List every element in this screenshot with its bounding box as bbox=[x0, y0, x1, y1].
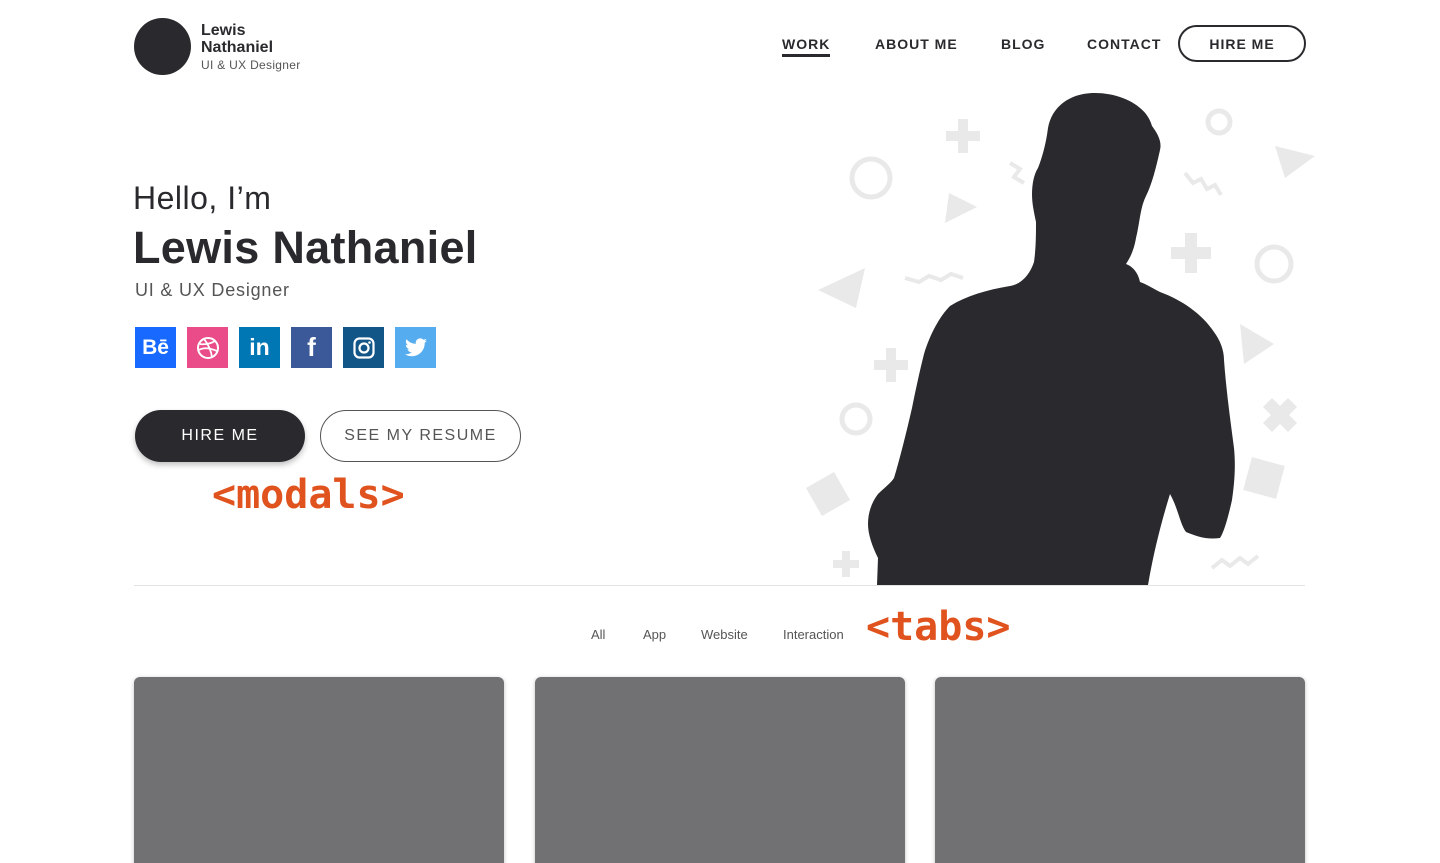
logo-text: Lewis Nathaniel UI & UX Designer bbox=[201, 22, 301, 72]
nav-contact[interactable]: CONTACT bbox=[1087, 36, 1161, 52]
avatar bbox=[134, 18, 191, 75]
twitter-icon[interactable] bbox=[395, 327, 436, 368]
logo[interactable]: Lewis Nathaniel UI & UX Designer bbox=[134, 18, 301, 75]
twitter-glyph bbox=[404, 337, 427, 356]
header-hire-me-button[interactable]: HIRE ME bbox=[1178, 25, 1306, 62]
linkedin-glyph: in bbox=[249, 334, 270, 360]
see-my-resume-button[interactable]: SEE MY RESUME bbox=[320, 410, 521, 462]
portfolio-card[interactable] bbox=[935, 677, 1305, 863]
portfolio-card[interactable] bbox=[535, 677, 905, 863]
hero-role: UI & UX Designer bbox=[135, 280, 290, 300]
dribbble-icon[interactable] bbox=[187, 327, 228, 368]
social-links: Bē in f bbox=[135, 327, 447, 368]
behance-glyph: Bē bbox=[142, 335, 169, 359]
hero-name: Lewis Nathaniel bbox=[133, 222, 478, 273]
modals-annotation: <modals> bbox=[212, 472, 405, 518]
instagram-icon[interactable] bbox=[343, 327, 384, 368]
tabs-annotation: <tabs> bbox=[866, 604, 1011, 650]
portfolio-card[interactable] bbox=[134, 677, 504, 863]
logo-role: UI & UX Designer bbox=[201, 58, 301, 72]
nav-work[interactable]: WORK bbox=[782, 36, 831, 57]
nav-about-me[interactable]: ABOUT ME bbox=[875, 36, 958, 52]
tab-interaction[interactable]: Interaction bbox=[783, 627, 844, 642]
hero-illustration bbox=[806, 92, 1315, 585]
dribbble-glyph bbox=[196, 336, 219, 359]
person-silhouette bbox=[868, 92, 1235, 585]
instagram-glyph bbox=[352, 336, 375, 359]
hero-greeting: Hello, I’m bbox=[133, 180, 272, 216]
logo-name: Lewis Nathaniel bbox=[201, 22, 274, 56]
behance-icon[interactable]: Bē bbox=[135, 327, 176, 368]
facebook-icon[interactable]: f bbox=[291, 327, 332, 368]
tab-app[interactable]: App bbox=[643, 627, 666, 642]
tab-website[interactable]: Website bbox=[701, 627, 748, 642]
tab-all[interactable]: All bbox=[591, 627, 605, 642]
linkedin-icon[interactable]: in bbox=[239, 327, 280, 368]
section-divider bbox=[134, 585, 1305, 586]
facebook-glyph: f bbox=[307, 332, 316, 362]
nav-blog[interactable]: BLOG bbox=[1001, 36, 1045, 52]
hire-me-button[interactable]: HIRE ME bbox=[135, 410, 305, 462]
